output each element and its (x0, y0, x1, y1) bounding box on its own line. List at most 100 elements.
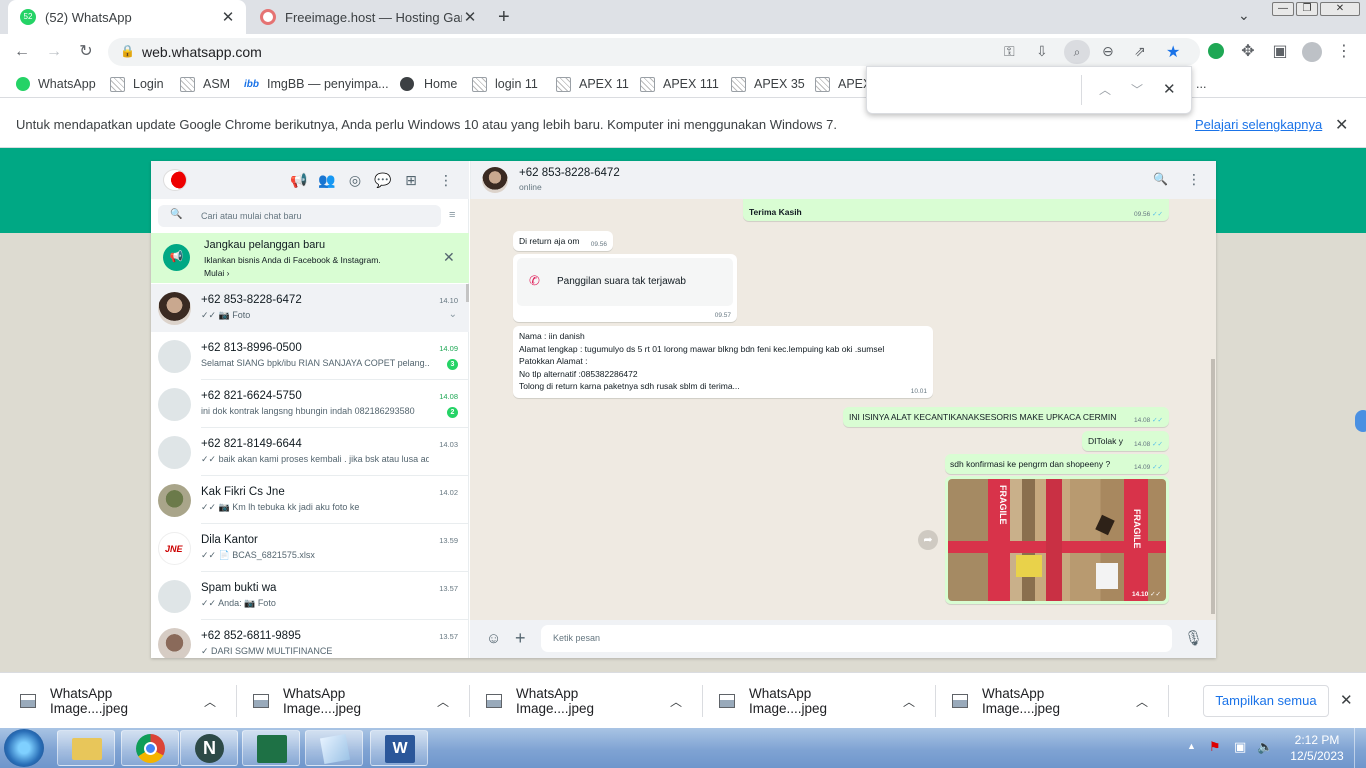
tab-close-icon[interactable]: ✕ (220, 8, 236, 26)
bookmark-login-11[interactable]: login 11 (472, 75, 538, 93)
menu-kebab-icon[interactable]: ⋮ (437, 171, 455, 189)
filter-icon[interactable]: ≡ (449, 209, 455, 221)
taskbar-notepad[interactable] (305, 730, 363, 766)
status-icon[interactable]: ◎ (346, 171, 364, 189)
chevron-up-icon[interactable]: ︿ (1136, 693, 1148, 710)
taskbar-explorer[interactable] (57, 730, 115, 766)
taskbar-word[interactable]: W (370, 730, 428, 766)
communities-icon[interactable]: 👥 (318, 171, 336, 189)
tab-freeimage[interactable]: Freeimage.host — Hosting Gamb ✕ (248, 0, 488, 34)
profile-avatar[interactable] (163, 169, 187, 191)
find-close-icon[interactable]: ✕ (1163, 80, 1176, 98)
install-icon[interactable]: ⇩ (1036, 43, 1048, 60)
show-all-button[interactable]: Tampilkan semua (1203, 685, 1329, 717)
bookmarks-overflow[interactable]: ... (1196, 75, 1206, 93)
taskbar-excel[interactable] (242, 730, 300, 766)
taskbar-chrome[interactable] (121, 730, 179, 766)
taskbar-n-app[interactable]: N (180, 730, 238, 766)
chat-row[interactable]: JNE Dila Kantor 13.59 ✓✓ 📄 BCAS_6821575.… (151, 524, 469, 572)
bookmark-whatsapp[interactable]: WhatsApp (16, 75, 96, 93)
chat-row[interactable]: +62 821-6624-5750 14.08 ini dok kontrak … (151, 380, 469, 428)
side-panel-icon[interactable]: ▣ (1270, 42, 1290, 62)
new-tab-button[interactable]: + (498, 6, 510, 29)
volume-icon[interactable]: 🔈 (1257, 739, 1273, 755)
share-icon[interactable]: ⇗ (1134, 43, 1146, 60)
tab-whatsapp[interactable]: 52 (52) WhatsApp ✕ (8, 0, 246, 34)
network-icon[interactable]: ▣ (1234, 739, 1246, 755)
find-input[interactable] (877, 77, 1077, 103)
chat-row[interactable]: Kak Fikri Cs Jne 14.02 ✓✓ 📷 Km lh tebuka… (151, 476, 469, 524)
search-icon[interactable]: 🔍 (1153, 172, 1168, 186)
minimize-button[interactable]: — (1272, 2, 1294, 16)
tab-search-chevron-icon[interactable]: ⌄ (1238, 7, 1250, 24)
message-input[interactable]: Ketik pesan (541, 625, 1172, 652)
menu-kebab-icon[interactable]: ⋮ (1187, 171, 1201, 188)
chat-row[interactable]: +62 821-8149-6644 14.03 ✓✓ baik akan kam… (151, 428, 469, 476)
conversation-header[interactable]: +62 853-8228-6472 online 🔍 ⋮ (470, 161, 1216, 199)
bookmark-imgbb[interactable]: ibb ImgBB — penyimpa... (244, 75, 389, 93)
message-incoming[interactable]: Nama : iin danish Alamat lengkap : tugum… (513, 326, 933, 398)
menu-kebab-icon[interactable]: ⋮ (1334, 42, 1354, 62)
download-item[interactable]: WhatsApp Image....jpeg ︿ (0, 673, 237, 729)
bookmark-apex-11[interactable]: APEX 11 (556, 75, 629, 93)
message-outgoing[interactable]: INI ISINYA ALAT KECANTIKANAKSESORIS MAKE… (843, 407, 1169, 427)
zoom-icon[interactable]: ⊖ (1102, 43, 1114, 60)
banner-close-icon[interactable]: ✕ (443, 249, 455, 266)
missed-call-message[interactable]: ✆ Panggilan suara tak terjawab 09.57 (513, 254, 737, 322)
download-item[interactable]: WhatsApp Image....jpeg ︿ (233, 673, 470, 729)
show-desktop-button[interactable] (1354, 728, 1366, 768)
restore-button[interactable]: ❐ (1296, 2, 1318, 16)
infobar-learn-more-link[interactable]: Pelajari selengkapnya (1195, 117, 1322, 132)
forward-icon[interactable]: → (44, 42, 64, 62)
scrollbar-thumb[interactable] (1211, 359, 1215, 614)
new-chat-icon[interactable]: ⊞ (402, 171, 420, 189)
bookmark-home[interactable]: Home (400, 75, 457, 93)
message-incoming[interactable]: Di return aja om 09.56 (513, 231, 613, 251)
message-outgoing[interactable]: sdh konfirmasi ke pengrm dan shopeeny ? … (945, 454, 1169, 474)
infobar-close-icon[interactable]: ✕ (1335, 115, 1348, 135)
microphone-icon[interactable]: 🎙 (1184, 629, 1203, 647)
bookmark-apex-111[interactable]: APEX 111 (640, 75, 719, 93)
tab-close-icon[interactable]: ✕ (462, 8, 478, 26)
channels-icon[interactable]: 💬 (374, 171, 392, 189)
action-center-flag-icon[interactable]: ⚑ (1209, 739, 1221, 755)
download-item[interactable]: WhatsApp Image....jpeg ︿ (466, 673, 703, 729)
chat-search-box[interactable]: 🔍 Cari atau mulai chat baru (158, 205, 441, 227)
banner-link[interactable]: Mulai › (204, 268, 230, 278)
tray-chevron-up-icon[interactable]: ▲ (1187, 741, 1196, 751)
bookmark-asm[interactable]: ASM (180, 75, 230, 93)
emoji-icon[interactable]: ☺ (486, 630, 501, 647)
message-outgoing[interactable]: DITolak y 14.08 ✓✓ (1082, 431, 1169, 451)
bookmark-apex-35[interactable]: APEX 35 (731, 75, 805, 93)
download-item[interactable]: WhatsApp Image....jpeg ︿ (699, 673, 936, 729)
close-window-button[interactable]: ✕ (1320, 2, 1360, 16)
package-photo[interactable]: FRAGILE FRAGILE 14.10 ✓✓ (948, 479, 1166, 601)
reload-icon[interactable]: ↻ (76, 42, 96, 62)
chat-row[interactable]: +62 853-8228-6472 14.10 ✓✓ 📷 Foto ⌄ (151, 284, 469, 332)
chevron-up-icon[interactable]: ︿ (903, 693, 915, 710)
image-message[interactable]: FRAGILE FRAGILE 14.10 ✓✓ (945, 476, 1169, 604)
key-icon[interactable]: ⚿ (1004, 43, 1015, 60)
find-next-chevron-down-icon[interactable]: ﹀ (1131, 81, 1143, 98)
side-floating-button[interactable] (1355, 410, 1366, 432)
tray-clock[interactable]: 2:12 PM 12/5/2023 (1284, 732, 1350, 764)
megaphone-icon[interactable]: 📢 (290, 171, 308, 189)
downloads-close-icon[interactable]: ✕ (1340, 691, 1353, 709)
chevron-down-icon[interactable]: ⌄ (449, 309, 457, 320)
chevron-up-icon[interactable]: ︿ (670, 693, 682, 710)
start-button[interactable] (4, 729, 44, 767)
attach-plus-icon[interactable]: + (515, 628, 526, 649)
extension-green-icon[interactable] (1208, 43, 1224, 59)
extensions-puzzle-icon[interactable]: ✥ (1238, 42, 1258, 62)
forward-icon[interactable]: ➦ (918, 530, 938, 550)
address-bar[interactable]: 🔒 web.whatsapp.com ⚿ ⇩ ⌕ ⊖ ⇗ ★ (108, 38, 1200, 66)
chevron-up-icon[interactable]: ︿ (204, 693, 216, 710)
profile-avatar-icon[interactable] (1302, 42, 1322, 62)
message-outgoing[interactable]: Terima Kasih 09.56 ✓✓ (743, 199, 1169, 221)
scrollbar-thumb[interactable] (466, 284, 469, 302)
url-text[interactable]: web.whatsapp.com (142, 44, 262, 60)
contact-avatar[interactable] (482, 167, 508, 193)
chat-row[interactable]: +62 852-6811-9895 13.57 ✓ DARI SGMW MULT… (151, 620, 469, 658)
find-prev-chevron-up-icon[interactable]: ︿ (1099, 81, 1111, 98)
chevron-up-icon[interactable]: ︿ (437, 693, 449, 710)
